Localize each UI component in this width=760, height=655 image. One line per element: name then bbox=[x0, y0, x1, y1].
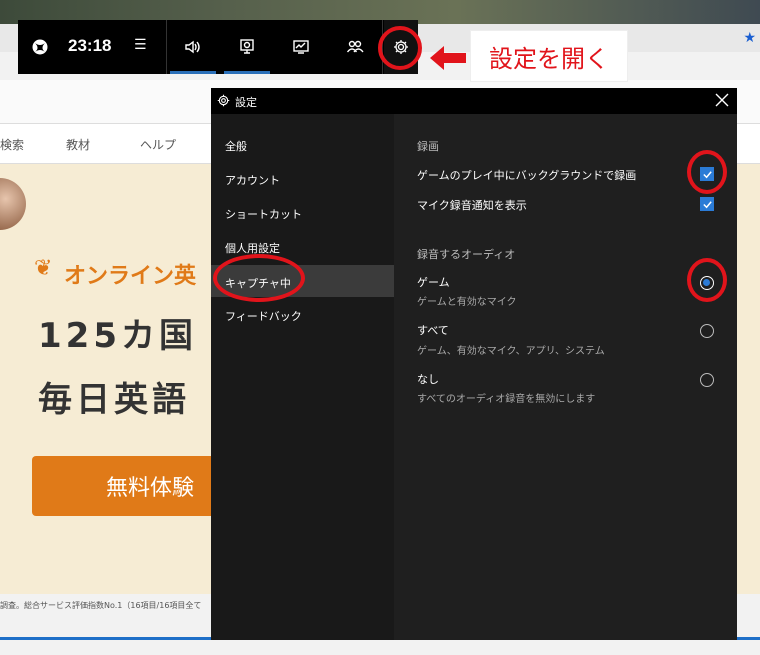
audio-icon bbox=[185, 40, 200, 54]
xbox-game-bar: 23:18 ☰ bbox=[18, 20, 418, 74]
sidebar-item-account[interactable]: アカウント bbox=[211, 162, 394, 194]
performance-widget-button[interactable] bbox=[276, 20, 326, 74]
audio-option-none-radio[interactable] bbox=[700, 373, 714, 387]
capture-icon bbox=[240, 39, 254, 54]
capturing-highlight-ring bbox=[213, 254, 305, 302]
settings-titlebar: 設定 bbox=[211, 88, 737, 114]
nav-search[interactable]: 検索 bbox=[0, 136, 24, 153]
divider bbox=[166, 20, 167, 74]
arrow-left-icon bbox=[430, 46, 466, 70]
audio-option-game-label: ゲーム bbox=[417, 276, 450, 289]
menu-icon[interactable]: ☰ bbox=[134, 37, 147, 53]
audio-option-none-label: なし bbox=[417, 373, 439, 386]
settings-highlight-ring bbox=[378, 26, 422, 70]
performance-icon bbox=[293, 40, 309, 54]
nav-help[interactable]: ヘルプ bbox=[140, 136, 176, 153]
hero-headline-1: 125カ国 bbox=[38, 316, 197, 356]
social-widget-button[interactable] bbox=[330, 20, 380, 74]
bookmark-star-icon[interactable]: ★ bbox=[743, 30, 756, 46]
capture-widget-button[interactable] bbox=[222, 20, 272, 74]
online-label: オンライン英 bbox=[64, 264, 197, 289]
sidebar-item-general[interactable]: 全般 bbox=[211, 128, 394, 160]
sidebar-item-shortcuts[interactable]: ショートカット bbox=[211, 196, 394, 228]
audio-section-title: 録音するオーディオ bbox=[417, 248, 516, 261]
xbox-logo-icon[interactable] bbox=[32, 39, 48, 55]
nav-materials[interactable]: 教材 bbox=[66, 136, 90, 153]
background-recording-label: ゲームのプレイ中にバックグラウンドで録画 bbox=[417, 169, 637, 182]
audio-option-none-desc: すべてのオーディオ録音を無効にします bbox=[417, 394, 596, 405]
mic-notify-checkbox[interactable] bbox=[700, 197, 714, 211]
sidebar-item-feedback[interactable]: フィードバック bbox=[211, 298, 394, 330]
hero-headline-2: 毎日英語 bbox=[38, 380, 190, 420]
audio-option-all-label: すべて bbox=[417, 324, 449, 337]
clock-time: 23:18 bbox=[68, 36, 112, 55]
settings-window: 設定 全般 アカウント ショートカット 個人用設定 キャプチャ中 フィードバック… bbox=[211, 88, 737, 640]
audio-widget-button[interactable] bbox=[168, 20, 218, 74]
footnote: 調査。総合サービス評価指数No.1（16項目/16項目全て bbox=[0, 601, 202, 610]
recording-section-title: 録画 bbox=[417, 140, 439, 153]
settings-title: 設定 bbox=[235, 96, 257, 109]
free-trial-button[interactable]: 無料体験 bbox=[32, 456, 222, 516]
audio-option-all-radio[interactable] bbox=[700, 324, 714, 338]
audio-option-all-desc: ゲーム、有効なマイク、アプリ、システム bbox=[417, 346, 605, 357]
gear-icon bbox=[217, 94, 230, 107]
game-audio-highlight-ring bbox=[687, 258, 727, 302]
checkmark-icon bbox=[702, 200, 712, 208]
settings-sidebar: 全般 アカウント ショートカット 個人用設定 キャプチャ中 フィードバック bbox=[211, 114, 394, 640]
bg-record-highlight-ring bbox=[687, 150, 727, 194]
settings-content: 録画 ゲームのプレイ中にバックグラウンドで録画 マイク録音通知を表示 録音するオ… bbox=[394, 114, 737, 640]
close-icon[interactable] bbox=[713, 91, 731, 109]
social-icon bbox=[346, 40, 364, 53]
laurel-icon: ❦ bbox=[34, 256, 53, 281]
audio-option-game-desc: ゲームと有効なマイク bbox=[417, 297, 517, 308]
mic-notify-label: マイク録音通知を表示 bbox=[417, 199, 527, 212]
open-settings-callout: 設定を開く bbox=[470, 30, 628, 82]
